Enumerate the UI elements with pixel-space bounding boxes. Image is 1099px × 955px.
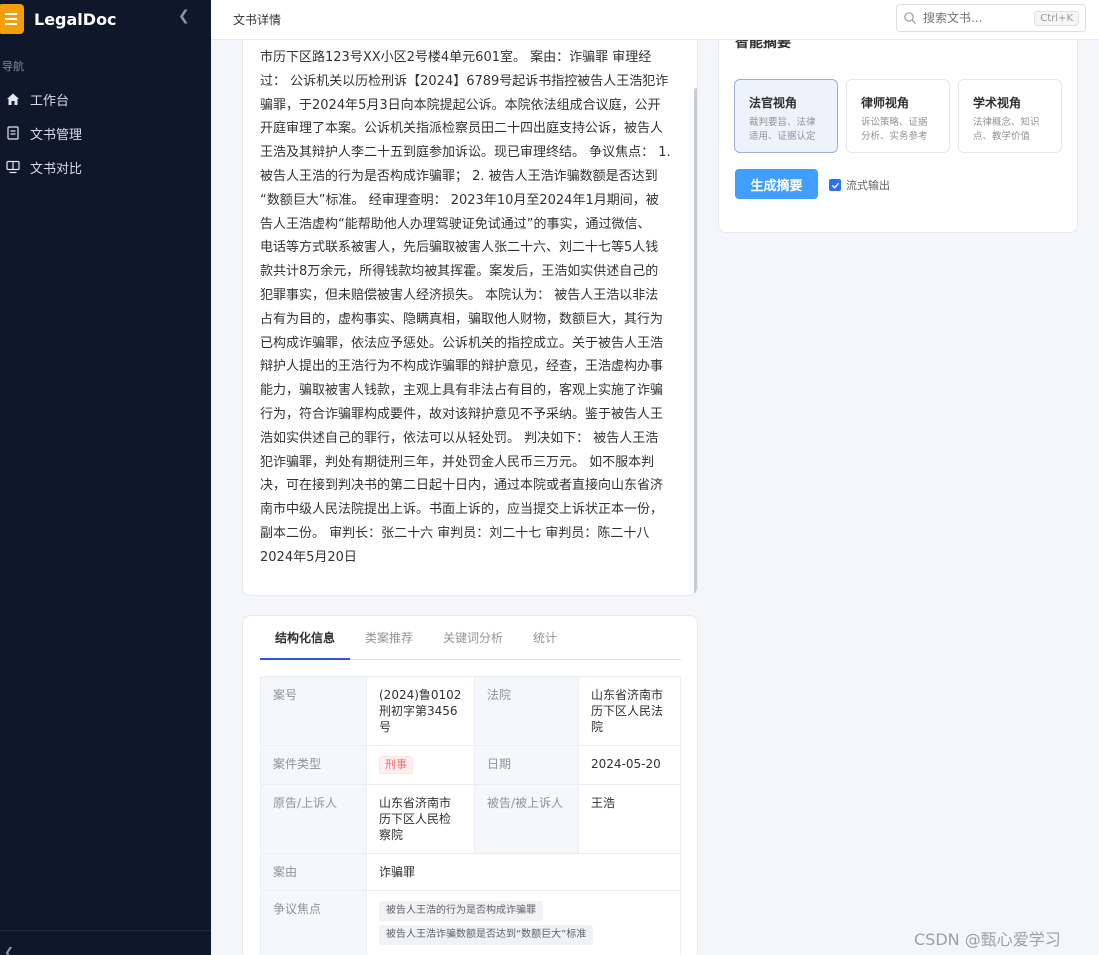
date-label: 日期 bbox=[474, 745, 579, 785]
defendant-value: 王浩 bbox=[578, 784, 681, 854]
table-row: 原告/上诉人 山东省济南市历下区人民检察院 被告/被上诉人 王浩 bbox=[260, 784, 681, 854]
plaintiff-value: 山东省济南市历下区人民检察院 bbox=[366, 784, 475, 854]
tab-structured-info[interactable]: 结构化信息 bbox=[260, 616, 351, 660]
case-type-value: 刑事 bbox=[366, 745, 475, 785]
info-tabs: 结构化信息 类案推荐 关键词分析 统计 bbox=[260, 616, 681, 660]
summary-card: 智能摘要 法官视角 裁判要旨、法律适用、证据认定 律师视角 诉讼策略、证据分析、… bbox=[718, 40, 1078, 233]
court-label: 法院 bbox=[474, 676, 579, 746]
sidebar: LegalDoc ❮ 导航 工作台 文书管理 文书对比 ❮ bbox=[0, 0, 211, 955]
case-type-label: 案件类型 bbox=[260, 745, 367, 785]
perspective-title: 律师视角 bbox=[861, 96, 910, 110]
structured-info-table: 案号 (2024)鲁0102刑初字第3456号 法院 山东省济南市历下区人民法院… bbox=[260, 676, 681, 955]
document-line: 王浩及其辩护人李二十五到庭参加诉讼。现已审理终结。 争议焦点： 1. bbox=[260, 145, 671, 161]
summary-title: 智能摘要 bbox=[735, 40, 791, 51]
plaintiff-label: 原告/上诉人 bbox=[260, 784, 367, 854]
tab-similar-cases[interactable]: 类案推荐 bbox=[350, 616, 428, 660]
topbar: 文书详情 Ctrl+K bbox=[211, 0, 1099, 40]
checkbox-checked-icon bbox=[829, 179, 841, 191]
cause-value: 诈骗罪 bbox=[366, 853, 681, 891]
document-line: 已构成诈骗罪，依法应予惩处。公诉机关的指控成立。关于被告人王浩 bbox=[260, 335, 664, 351]
document-line: 2024年5月20日 bbox=[260, 549, 357, 565]
watermark: CSDN @甄心爱学习 bbox=[914, 930, 1061, 949]
court-value: 山东省济南市历下区人民法院 bbox=[578, 676, 681, 746]
scrollbar[interactable] bbox=[694, 88, 697, 595]
date-value: 2024-05-20 bbox=[578, 745, 681, 785]
search-icon bbox=[904, 12, 916, 24]
cause-label: 案由 bbox=[260, 853, 367, 891]
issues-value: 被告人王浩的行为是否构成诈骗罪 被告人王浩诈骗数额是否达到“数额巨大”标准 bbox=[366, 890, 681, 955]
search-input[interactable] bbox=[923, 11, 1023, 25]
case-no-value: (2024)鲁0102刑初字第3456号 bbox=[366, 676, 475, 746]
document-line: 电话等方式联系被害人，先后骗取被害人张二十六、刘二十七等5人钱 bbox=[260, 240, 659, 256]
sidebar-item-workbench[interactable]: 工作台 bbox=[0, 82, 211, 116]
perspective-academic[interactable]: 学术视角 法律概念、知识点、教学价值 bbox=[958, 79, 1062, 153]
perspective-judge[interactable]: 法官视角 裁判要旨、法律适用、证据认定 bbox=[734, 79, 838, 153]
issue-tag: 被告人王浩诈骗数额是否达到“数额巨大”标准 bbox=[379, 925, 594, 945]
search-box[interactable]: Ctrl+K bbox=[896, 4, 1086, 32]
collapse-chevron-icon[interactable]: ❮ bbox=[178, 8, 190, 24]
sidebar-item-documents[interactable]: 文书管理 bbox=[0, 116, 211, 150]
table-row: 案件类型 刑事 日期 2024-05-20 bbox=[260, 745, 681, 785]
perspective-desc: 法律概念、知识点、教学价值 bbox=[973, 117, 1040, 142]
stream-output-label: 流式输出 bbox=[846, 179, 890, 192]
document-line: 市历下区路123号XX小区2号楼4单元601室。 案由：诈骗罪 审理经 bbox=[260, 50, 652, 65]
menu-icon bbox=[0, 4, 24, 34]
document-icon bbox=[4, 124, 22, 142]
document-line: 南市中级人民法院提出上诉。书面上诉的，应当提交上诉状正本一份， bbox=[260, 502, 664, 518]
sidebar-item-label: 工作台 bbox=[30, 93, 70, 109]
perspective-lawyer[interactable]: 律师视角 诉讼策略、证据分析、实务参考 bbox=[846, 79, 950, 153]
case-type-tag: 刑事 bbox=[379, 756, 413, 774]
document-line: 犯诈骗罪，判处有期徒刑三年，并处罚金人民币三万元。 如不服本判 bbox=[260, 454, 655, 470]
issues-label: 争议焦点 bbox=[260, 890, 367, 955]
home-icon bbox=[4, 90, 22, 108]
sidebar-item-label: 文书管理 bbox=[30, 127, 83, 143]
table-row: 案号 (2024)鲁0102刑初字第3456号 法院 山东省济南市历下区人民法院 bbox=[260, 676, 681, 746]
defendant-label: 被告/被上诉人 bbox=[474, 784, 579, 854]
brand-name: LegalDoc bbox=[34, 9, 117, 29]
perspective-title: 法官视角 bbox=[749, 96, 798, 110]
issue-tag: 被告人王浩的行为是否构成诈骗罪 bbox=[379, 901, 543, 921]
generate-summary-button[interactable]: 生成摘要 bbox=[735, 169, 818, 199]
sidebar-footer: ❮ bbox=[0, 930, 211, 955]
document-line: 行为，符合诈骗罪构成要件，故对该辩护意见不予采纳。鉴于被告人王 bbox=[260, 406, 664, 422]
document-line: “数额巨大”标准。 经审理查明： 2023年10月至2024年1月期间，被 bbox=[260, 192, 659, 208]
document-line: 告人王浩虚构“能帮助他人办理驾驶证免试通过”的事实，通过微信、 bbox=[260, 216, 651, 232]
document-line: 过： 公诉机关以历检刑诉【2024】6789号起诉书指控被告人王浩犯诈 bbox=[260, 73, 669, 89]
document-line: 开庭审理了本案。公诉机关指派检察员田二十四出庭支持公诉，被告人 bbox=[260, 121, 664, 137]
sidebar-item-label: 文书对比 bbox=[30, 161, 83, 177]
shortcut-hint: Ctrl+K bbox=[1034, 10, 1079, 26]
perspective-desc: 诉讼策略、证据分析、实务参考 bbox=[861, 117, 928, 142]
table-row: 案由 诈骗罪 bbox=[260, 853, 681, 891]
document-line: 决，可在接到判决书的第二日起十日内，通过本院或者直接向山东省济 bbox=[260, 478, 664, 494]
document-line: 浩如实供述自己的罪行，依法可以从轻处罚。 判决如下： 被告人王浩 bbox=[260, 430, 659, 446]
document-card: 市历下区路123号XX小区2号楼4单元601室。 案由：诈骗罪 审理经过： 公诉… bbox=[242, 40, 698, 596]
page-title: 文书详情 bbox=[233, 13, 282, 27]
info-card: 结构化信息 类案推荐 关键词分析 统计 案号 (2024)鲁0102刑初字第34… bbox=[242, 615, 698, 955]
nav-title: 导航 bbox=[2, 60, 24, 73]
tab-keyword-analysis[interactable]: 关键词分析 bbox=[428, 616, 518, 660]
document-line: 能力，骗取被害人钱款，主观上具有非法占有目的，客观上实施了诈骗 bbox=[260, 383, 664, 399]
document-line: 犯罪事实，但未赔偿被害人经济损失。 本院认为： 被告人王浩以非法 bbox=[260, 287, 659, 303]
document-line: 副本二份。 审判长：张二十六 审判员：刘二十七 审判员：陈二十八 bbox=[260, 525, 650, 541]
brand[interactable]: LegalDoc ❮ bbox=[0, 0, 211, 38]
sidebar-item-compare[interactable]: 文书对比 bbox=[0, 150, 211, 184]
perspective-title: 学术视角 bbox=[973, 96, 1022, 110]
tab-statistics[interactable]: 统计 bbox=[518, 616, 572, 660]
collapse-arrow-icon[interactable]: ❮ bbox=[4, 945, 211, 955]
table-row: 争议焦点 被告人王浩的行为是否构成诈骗罪 被告人王浩诈骗数额是否达到“数额巨大”… bbox=[260, 890, 681, 955]
document-line: 骗罪，于2024年5月3日向本院提起公诉。本院依法组成合议庭，公开 bbox=[260, 97, 661, 113]
document-line: 辩护人提出的王浩行为不构成诈骗罪的辩护意见，经查，王浩虚构办事 bbox=[260, 359, 664, 375]
document-line: 被告人王浩的行为是否构成诈骗罪； 2. 被告人王浩诈骗数额是否达到 bbox=[260, 168, 658, 184]
case-no-label: 案号 bbox=[260, 676, 367, 746]
document-text: 市历下区路123号XX小区2号楼4单元601室。 案由：诈骗罪 审理经过： 公诉… bbox=[260, 46, 685, 570]
document-line: 款共计8万余元，所得钱款均被其挥霍。案发后，王浩如实供述自己的 bbox=[260, 264, 659, 280]
stream-output-checkbox[interactable]: 流式输出 bbox=[829, 177, 890, 193]
document-line: 占有为目的，虚构事实、隐瞒真相，骗取他人财物，数额巨大，其行为 bbox=[260, 311, 664, 327]
compare-icon bbox=[4, 158, 22, 176]
perspective-desc: 裁判要旨、法律适用、证据认定 bbox=[749, 117, 816, 142]
